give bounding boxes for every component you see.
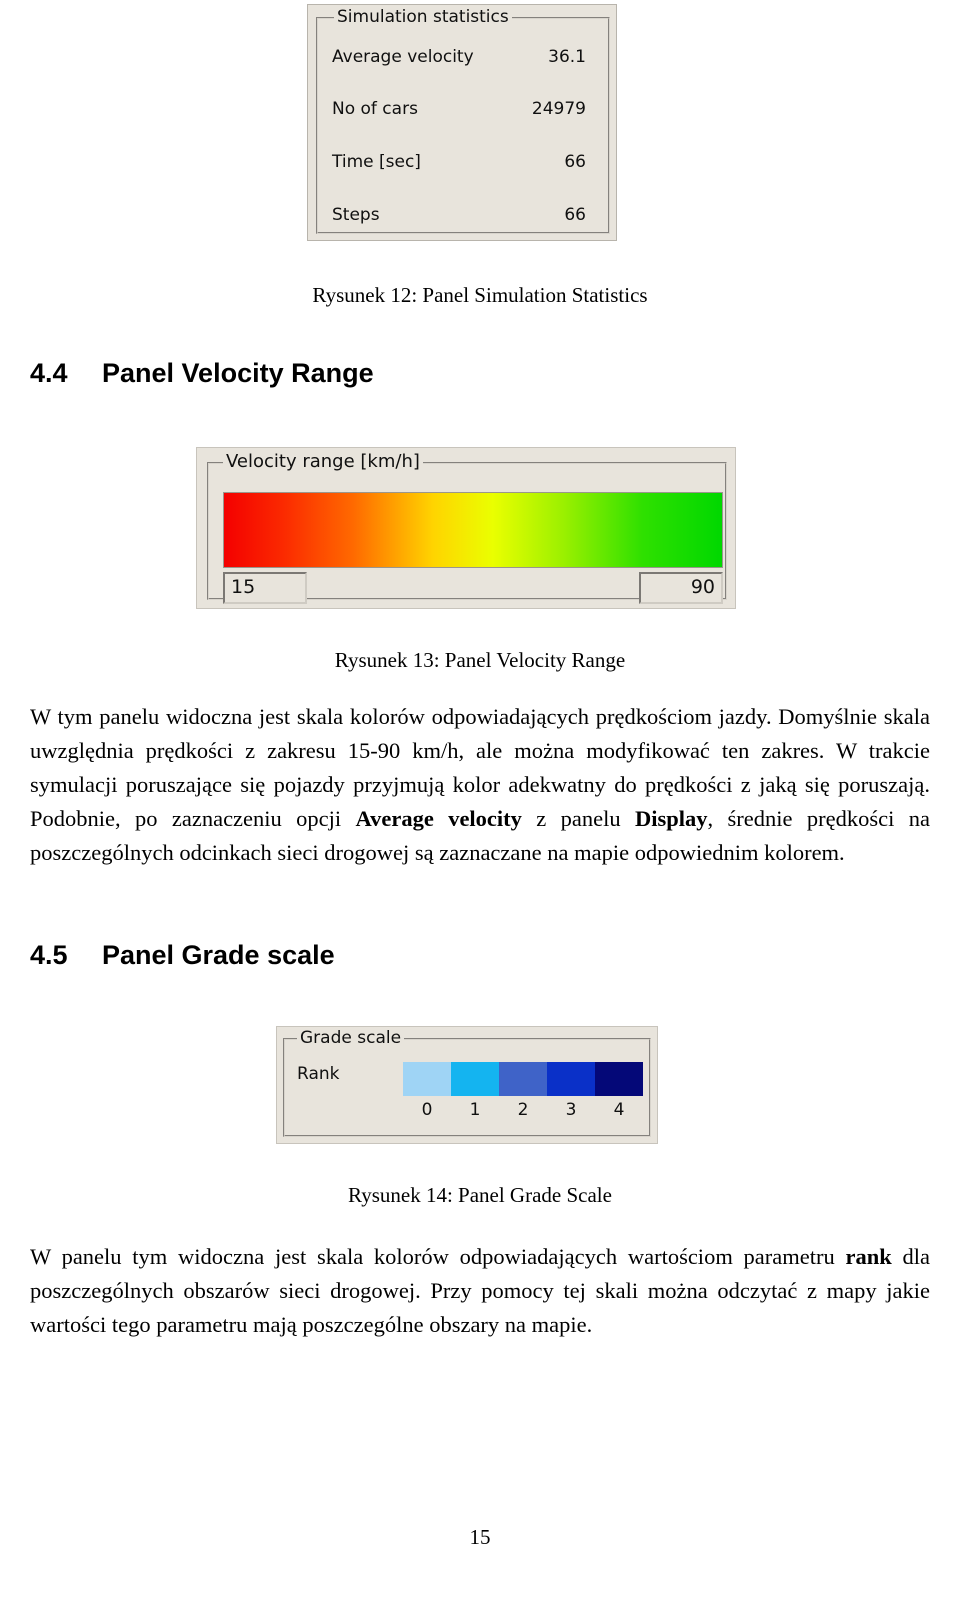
velocity-range-groupbox: Velocity range [km/h] 15 90 — [207, 451, 727, 604]
paragraph-bold-rank: rank — [845, 1244, 892, 1269]
grade-swatch — [499, 1062, 547, 1096]
grade-swatch — [595, 1062, 643, 1096]
simulation-statistics-title: Simulation statistics — [334, 7, 512, 27]
velocity-min-input[interactable]: 15 — [223, 572, 307, 604]
figure-12-caption: Rysunek 12: Panel Simulation Statistics — [312, 283, 648, 307]
stat-row-no-of-cars: No of cars 24979 — [332, 99, 596, 127]
grade-tick: 0 — [421, 1100, 433, 1120]
document-page: Simulation statistics Average velocity 3… — [0, 0, 960, 1608]
grade-swatch — [403, 1062, 451, 1096]
grade-swatch — [547, 1062, 595, 1096]
grade-tick: 3 — [565, 1100, 577, 1120]
stat-row-steps: Steps 66 — [332, 205, 596, 233]
figure-13-caption: Rysunek 13: Panel Velocity Range — [334, 648, 626, 672]
grade-tick: 2 — [517, 1100, 529, 1120]
page-number: 15 — [469, 1525, 491, 1549]
section-number: 4.5 — [30, 940, 68, 970]
stat-label: Average velocity — [332, 47, 474, 67]
section-number: 4.4 — [30, 358, 68, 388]
stat-value: 36.1 — [548, 47, 586, 67]
stat-row-average-velocity: Average velocity 36.1 — [332, 47, 596, 75]
figure-14-caption: Rysunek 14: Panel Grade Scale — [348, 1183, 612, 1207]
grade-scale-groupbox: Grade scale Rank 0 1 2 3 4 — [283, 1028, 651, 1137]
paragraph-text-part-1: W panelu tym widoczna jest skala kolorów… — [30, 1244, 846, 1269]
section-heading-4-4: 4.4 Panel Velocity Range — [30, 358, 374, 389]
grade-tick: 1 — [469, 1100, 481, 1120]
velocity-max-input[interactable]: 90 — [639, 572, 723, 604]
grade-scale-swatches — [403, 1062, 643, 1096]
velocity-range-title: Velocity range [km/h] — [223, 451, 423, 472]
stat-row-time-sec: Time [sec] 66 — [332, 152, 596, 180]
paragraph-bold-display: Display — [635, 806, 708, 831]
velocity-range-panel: Velocity range [km/h] 15 90 — [196, 447, 736, 609]
stat-label: No of cars — [332, 99, 418, 119]
stat-value: 66 — [564, 152, 586, 172]
simulation-statistics-groupbox: Simulation statistics Average velocity 3… — [316, 7, 610, 234]
stat-label: Time [sec] — [332, 152, 421, 172]
stat-value: 24979 — [531, 99, 586, 119]
stat-label: Steps — [332, 205, 380, 225]
velocity-gradient-bar — [223, 492, 723, 568]
paragraph-velocity-range: W tym panelu widoczna jest skala kolorów… — [30, 700, 930, 870]
section-heading-4-5: 4.5 Panel Grade scale — [30, 940, 335, 971]
stat-value: 66 — [564, 205, 586, 225]
grade-scale-ticks: 0 1 2 3 4 — [403, 1100, 643, 1120]
paragraph-text-part-2: z panelu — [521, 806, 636, 831]
rank-label: Rank — [297, 1064, 340, 1084]
grade-scale-panel: Grade scale Rank 0 1 2 3 4 — [276, 1026, 658, 1144]
grade-scale-title: Grade scale — [297, 1028, 405, 1048]
section-title: Panel Velocity Range — [102, 358, 374, 388]
paragraph-grade-scale: W panelu tym widoczna jest skala kolorów… — [30, 1240, 930, 1342]
simulation-statistics-panel: Simulation statistics Average velocity 3… — [307, 4, 617, 241]
grade-tick: 4 — [613, 1100, 625, 1120]
grade-swatch — [451, 1062, 499, 1096]
section-title: Panel Grade scale — [102, 940, 335, 970]
paragraph-bold-average-velocity: Average velocity — [355, 806, 522, 831]
